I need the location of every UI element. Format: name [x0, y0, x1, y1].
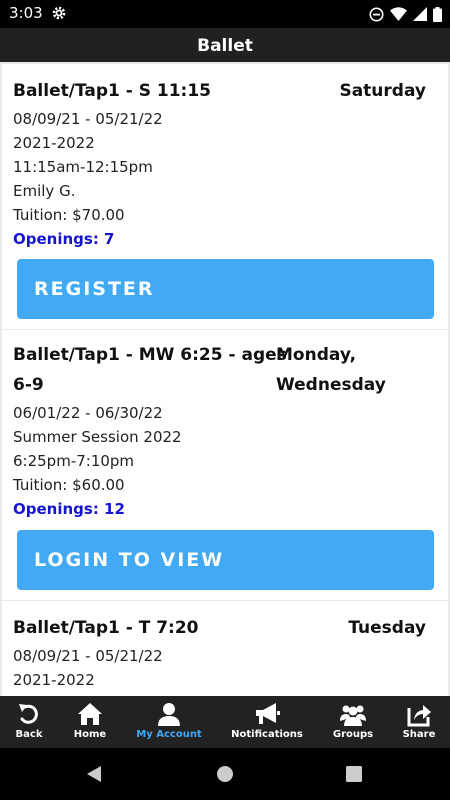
status-bar: 3:03 — [0, 0, 450, 28]
class-title: Ballet/Tap1 - S 11:15 — [13, 81, 211, 101]
class-session: Summer Session 2022 — [13, 428, 182, 446]
class-list[interactable]: Ballet/Tap1 - S 11:15 Saturday 08/09/21 … — [0, 62, 450, 696]
system-nav-bar — [0, 748, 450, 800]
do-not-disturb-icon — [369, 7, 384, 21]
nav-label: Notifications — [231, 729, 303, 740]
class-card: Ballet/Tap1 - MW 6:25 - ages 6-9 Monday,… — [2, 330, 448, 600]
nav-notifications[interactable]: Notifications — [226, 696, 308, 748]
status-icons — [369, 6, 442, 22]
nav-label: My Account — [136, 729, 202, 740]
home-icon — [78, 703, 102, 725]
class-day-continued: Wednesday — [276, 375, 386, 395]
share-icon — [407, 705, 431, 727]
nav-my-account[interactable]: My Account — [128, 696, 210, 748]
nav-label: Back — [15, 729, 43, 740]
class-tuition: Tuition: $60.00 — [13, 476, 125, 494]
class-instructor: Emily G. — [13, 182, 76, 200]
user-icon — [158, 703, 180, 726]
page-title: Ballet — [197, 36, 253, 56]
class-title: Ballet/Tap1 - MW 6:25 - ages — [13, 345, 287, 365]
home-circle-icon[interactable] — [216, 765, 234, 783]
gear-icon — [52, 6, 66, 20]
class-title: Ballet/Tap1 - T 7:20 — [13, 618, 199, 638]
class-day: Tuesday — [348, 618, 426, 638]
nav-groups[interactable]: Groups — [322, 696, 384, 748]
class-tuition: Tuition: $70.00 — [13, 206, 125, 224]
class-dates: 08/09/21 - 05/21/22 — [13, 647, 163, 665]
class-day: Saturday — [339, 81, 426, 101]
status-time: 3:03 — [9, 4, 43, 22]
app-bar: Ballet — [0, 28, 450, 62]
login-to-view-button[interactable]: LOGIN TO VIEW — [17, 530, 434, 590]
register-button[interactable]: REGISTER — [17, 259, 434, 319]
bottom-nav: Back Home My Account Notifications Group… — [0, 696, 450, 748]
class-day: Monday, — [276, 345, 357, 365]
nav-back[interactable]: Back — [0, 696, 58, 748]
groups-icon — [340, 705, 366, 726]
signal-icon — [413, 7, 427, 21]
nav-label: Groups — [332, 729, 374, 740]
back-triangle-icon[interactable] — [85, 765, 103, 783]
nav-home[interactable]: Home — [60, 696, 120, 748]
class-dates: 06/01/22 - 06/30/22 — [13, 404, 163, 422]
battery-icon — [433, 6, 442, 22]
megaphone-icon — [256, 703, 280, 724]
class-session: 2021-2022 — [13, 671, 95, 689]
class-openings: Openings: 7 — [13, 230, 115, 248]
class-dates: 08/09/21 - 05/21/22 — [13, 110, 163, 128]
wifi-icon — [390, 7, 407, 21]
class-openings: Openings: 12 — [13, 500, 125, 518]
class-session: 2021-2022 — [13, 134, 95, 152]
recents-square-icon[interactable] — [346, 766, 362, 782]
nav-label: Share — [402, 729, 436, 740]
nav-share[interactable]: Share — [392, 696, 446, 748]
class-card: Ballet/Tap1 - T 7:20 Tuesday 08/09/21 - … — [2, 601, 448, 696]
class-time: 6:25pm-7:10pm — [13, 452, 135, 470]
class-card: Ballet/Tap1 - S 11:15 Saturday 08/09/21 … — [2, 64, 448, 329]
back-icon — [19, 704, 38, 724]
class-time: 11:15am-12:15pm — [13, 158, 153, 176]
nav-label: Home — [73, 729, 107, 740]
class-title-continued: 6-9 — [13, 375, 44, 395]
